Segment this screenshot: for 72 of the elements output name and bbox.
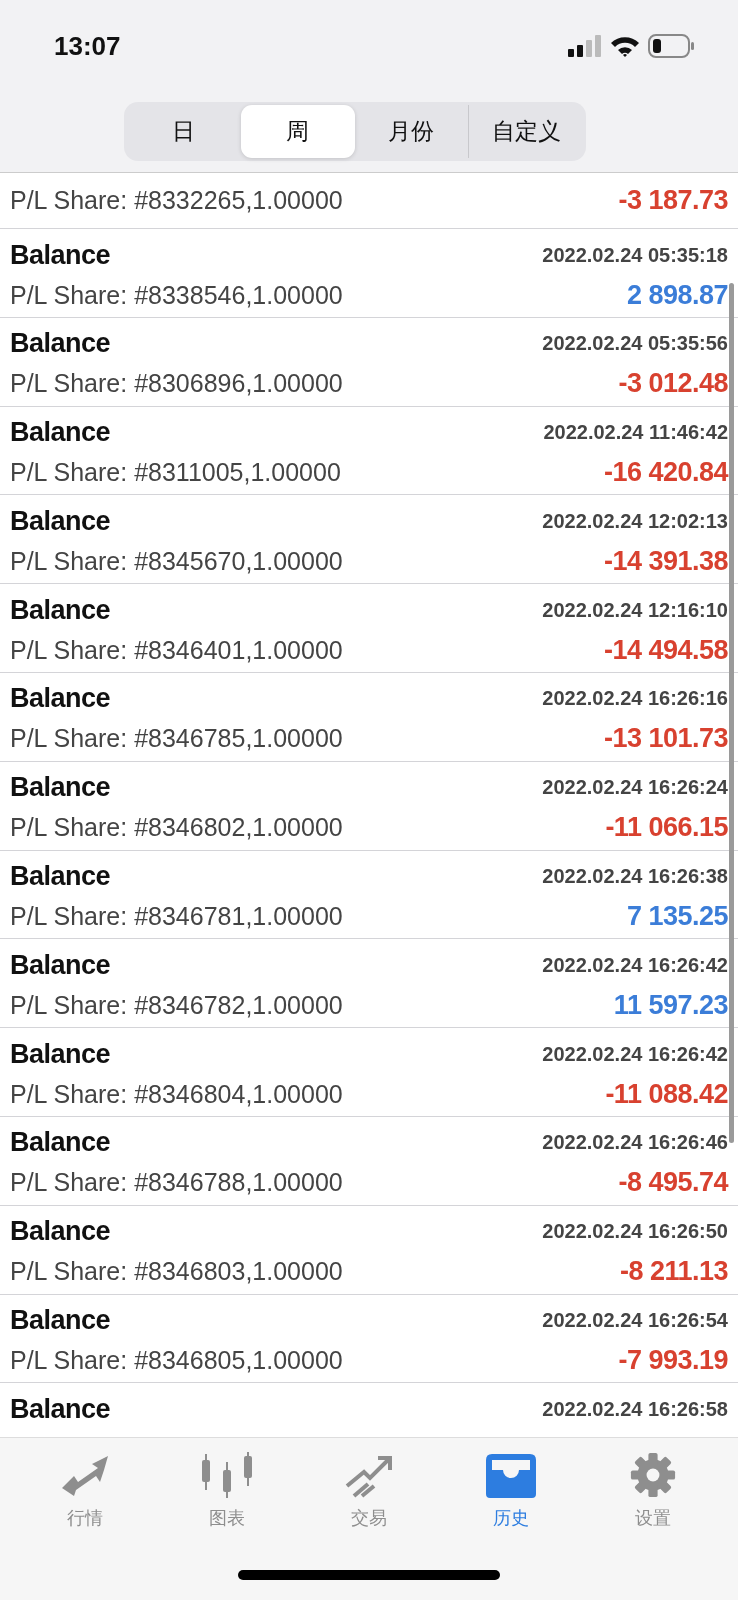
status-time: 13:07 <box>54 30 121 62</box>
period-tab[interactable]: 日 <box>127 105 241 158</box>
entry-time: 2022.02.24 16:26:16 <box>542 687 728 711</box>
entry-time: 2022.02.24 05:35:18 <box>542 243 728 267</box>
tab-bar-item[interactable]: 设置 <box>582 1438 724 1530</box>
inbox-icon <box>486 1452 536 1498</box>
entry-detail: P/L Share: #8346805,1.00000 <box>10 1346 343 1376</box>
settings-icon <box>628 1452 678 1498</box>
entry-time: 2022.02.24 16:26:50 <box>542 1220 728 1244</box>
entry-amount: -3 187.73 <box>618 185 728 216</box>
entry-detail: P/L Share: #8306896,1.00000 <box>10 369 343 399</box>
entry-time: 2022.02.24 12:02:13 <box>542 509 728 533</box>
entry-amount: 2 898.87 <box>626 279 728 311</box>
entry-detail: P/L Share: #8345670,1.00000 <box>10 546 343 576</box>
period-tab[interactable]: 月份 <box>354 105 469 158</box>
entry-amount: -8 495.74 <box>618 1167 728 1199</box>
tab-bar-item[interactable]: 图表 <box>156 1438 298 1530</box>
entry-amount: -11 066.15 <box>605 812 728 844</box>
period-tab[interactable]: 自定义 <box>468 105 583 158</box>
entry-time: 2022.02.24 05:35:56 <box>542 332 728 356</box>
entry-amount: -16 420.84 <box>603 457 728 489</box>
entry-title: Balance <box>10 594 111 626</box>
tab-bar-item[interactable]: 交易 <box>298 1438 440 1530</box>
entry-title: Balance <box>10 1216 111 1248</box>
entry-title: Balance <box>10 683 111 715</box>
tab-bar-item[interactable]: 历史 <box>440 1438 582 1530</box>
entry-detail: P/L Share: #8346782,1.00000 <box>10 990 343 1020</box>
entry-time: 2022.02.24 16:26:42 <box>542 1042 728 1066</box>
entry-title: Balance <box>10 1393 111 1425</box>
entry-detail: P/L Share: #8346803,1.00000 <box>10 1257 343 1287</box>
entry-title: Balance <box>10 505 111 537</box>
entry-amount: -13 101.73 <box>603 723 728 755</box>
entry-time: 2022.02.24 16:26:42 <box>542 953 728 977</box>
entry-title: Balance <box>10 239 111 271</box>
wifi-icon <box>610 35 640 57</box>
signal-icon <box>568 35 602 57</box>
entry-amount: -7 993.19 <box>618 1345 728 1377</box>
entry-time: 2022.02.24 16:26:54 <box>542 1309 728 1333</box>
entry-time: 2022.02.24 11:46:42 <box>543 421 728 445</box>
entry-title: Balance <box>10 1305 111 1337</box>
entry-time: 2022.02.24 12:16:10 <box>542 598 728 622</box>
entry-time: 2022.02.24 16:26:24 <box>542 776 728 800</box>
entry-title: Balance <box>10 328 111 360</box>
entry-title: Balance <box>10 861 111 893</box>
entry-amount: -11 088.42 <box>605 1078 728 1110</box>
entry-detail: P/L Share: #8338546,1.00000 <box>10 280 343 310</box>
entry-amount: -14 391.38 <box>603 545 728 577</box>
entry-detail: P/L Share: #8346788,1.00000 <box>10 1168 343 1198</box>
entry-detail: P/L Share: #8332265,1.00000 <box>10 186 343 215</box>
entry-title: Balance <box>10 772 111 804</box>
entry-time: 2022.02.24 16:26:46 <box>542 1131 728 1155</box>
entry-time: 2022.02.24 16:26:38 <box>542 865 728 889</box>
entry-amount: -3 012.48 <box>618 368 728 400</box>
battery-icon <box>648 34 694 58</box>
tab-bar-item[interactable]: 行情 <box>14 1438 156 1530</box>
entry-title: Balance <box>10 1038 111 1070</box>
entry-detail: P/L Share: #8346802,1.00000 <box>10 813 343 843</box>
entry-amount: -8 211.13 <box>619 1256 728 1288</box>
entry-title: Balance <box>10 1127 111 1159</box>
entry-title: Balance <box>10 417 111 449</box>
candlestick-icon <box>202 1452 252 1498</box>
entry-detail: P/L Share: #8346804,1.00000 <box>10 1079 343 1109</box>
entry-detail: P/L Share: #8311005,1.00000 <box>10 458 341 488</box>
period-tab[interactable]: 周 <box>240 105 355 158</box>
entry-title: Balance <box>10 949 111 981</box>
entry-amount: -14 494.58 <box>603 634 728 666</box>
entry-detail: P/L Share: #8346401,1.00000 <box>10 635 343 665</box>
entry-time: 2022.02.24 16:26:58 <box>542 1397 728 1421</box>
entry-detail: P/L Share: #8346781,1.00000 <box>10 902 343 932</box>
entry-amount: 7 135.25 <box>626 901 728 933</box>
entry-detail: P/L Share: #8346785,1.00000 <box>10 724 343 754</box>
entry-amount: 11 597.23 <box>613 989 728 1021</box>
